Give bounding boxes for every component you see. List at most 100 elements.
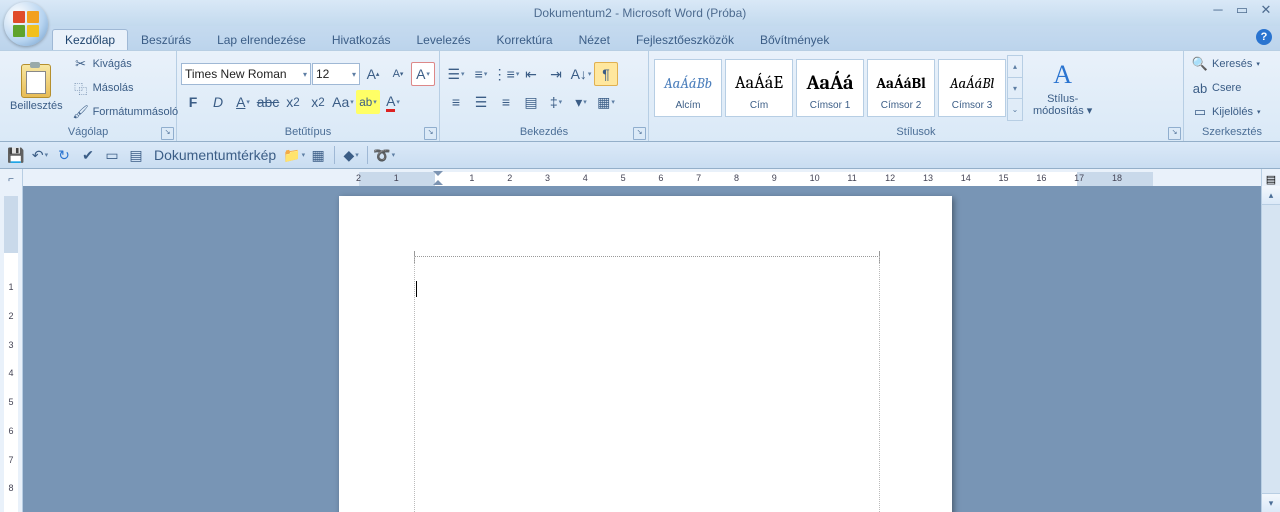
change-styles-icon: A xyxy=(1047,59,1079,91)
spellcheck-button[interactable]: ✔ xyxy=(78,145,98,165)
style-item-1[interactable]: AaÁáECím xyxy=(725,59,793,117)
clear-formatting-button[interactable]: A xyxy=(411,62,435,86)
text-cursor xyxy=(416,281,417,297)
ribbon-tabs: Kezdőlap Beszúrás Lap elrendezése Hivatk… xyxy=(0,26,1280,50)
margin-guide xyxy=(414,256,880,287)
sort-button[interactable]: A↓ xyxy=(569,62,593,86)
borders-button[interactable]: ▦ xyxy=(594,90,618,114)
paragraph-launcher[interactable]: ↘ xyxy=(633,127,646,140)
close-button[interactable]: ✕ xyxy=(1254,2,1278,18)
gallery-more-button[interactable]: ⌄ xyxy=(1008,99,1022,120)
numbering-button[interactable]: ≡ xyxy=(469,62,493,86)
subscript-button[interactable]: x2 xyxy=(281,90,305,114)
new-doc-button[interactable]: ▭ xyxy=(102,145,122,165)
cut-button[interactable]: ✂Kivágás xyxy=(69,53,183,75)
replace-icon: ab xyxy=(1192,80,1208,96)
brush-icon: 🖌 xyxy=(73,104,89,120)
indent-marker[interactable] xyxy=(433,171,443,185)
style-gallery: AaÁáBbAlcímAaÁáECímAaÁáCímsor 1AaÁáBlCím… xyxy=(653,53,1007,123)
redo-button[interactable]: ↻ xyxy=(54,145,74,165)
font-name-combo[interactable]: Times New Roman▾ xyxy=(181,63,311,85)
open-folder-button[interactable]: 📁 xyxy=(284,145,304,165)
select-button[interactable]: ▭Kijelölés ▾ xyxy=(1188,101,1264,123)
help-button[interactable]: ? xyxy=(1256,29,1272,45)
group-label-font: Betűtípus xyxy=(285,126,331,138)
minimize-button[interactable]: ─ xyxy=(1206,2,1230,18)
clipboard-icon xyxy=(21,64,51,98)
ribbon: Beillesztés ✂Kivágás ⿻Másolás 🖌Formátumm… xyxy=(0,50,1280,142)
align-left-button[interactable]: ≡ xyxy=(444,90,468,114)
workspace: 12345678 ▴ ▾ xyxy=(0,186,1280,512)
page[interactable] xyxy=(339,196,952,512)
find-button[interactable]: 🔍Keresés ▾ xyxy=(1188,53,1264,75)
document-canvas[interactable] xyxy=(23,186,1261,512)
show-marks-button[interactable]: ¶ xyxy=(594,62,618,86)
group-label-paragraph: Bekezdés xyxy=(520,126,568,138)
line-spacing-button[interactable]: ‡ xyxy=(544,90,568,114)
bullets-button[interactable]: ☰ xyxy=(444,62,468,86)
change-case-button[interactable]: Aa xyxy=(331,90,355,114)
format-painter-button[interactable]: 🖌Formátummásoló xyxy=(69,101,183,123)
group-label-clipboard: Vágólap xyxy=(68,126,108,138)
shrink-font-button[interactable]: A▾ xyxy=(386,62,410,86)
clipboard-launcher[interactable]: ↘ xyxy=(161,127,174,140)
tab-developer[interactable]: Fejlesztőeszközök xyxy=(623,29,747,50)
title-bar: Dokumentum2 - Microsoft Word (Próba) ─ ▭… xyxy=(0,0,1280,26)
increase-indent-button[interactable]: ⇥ xyxy=(544,62,568,86)
select-icon: ▭ xyxy=(1192,104,1208,120)
document-map-button[interactable]: Dokumentumtérkép xyxy=(150,145,280,165)
tab-review[interactable]: Korrektúra xyxy=(484,29,566,50)
scissors-icon: ✂ xyxy=(73,56,89,72)
align-center-button[interactable]: ☰ xyxy=(469,90,493,114)
tab-page-layout[interactable]: Lap elrendezése xyxy=(204,29,319,50)
tab-mailings[interactable]: Levelezés xyxy=(404,29,484,50)
font-color-button[interactable]: A xyxy=(381,90,405,114)
bold-button[interactable]: F xyxy=(181,90,205,114)
style-item-4[interactable]: AaÁáBlCímsor 3 xyxy=(938,59,1006,117)
decrease-indent-button[interactable]: ⇤ xyxy=(519,62,543,86)
style-item-2[interactable]: AaÁáCímsor 1 xyxy=(796,59,864,117)
tab-references[interactable]: Hivatkozás xyxy=(319,29,404,50)
gallery-down-button[interactable]: ▾ xyxy=(1008,78,1022,100)
print-layout-button[interactable]: ▤ xyxy=(126,145,146,165)
change-styles-button[interactable]: A Stílus- módosítás ▾ xyxy=(1027,53,1098,123)
strikethrough-button[interactable]: abc xyxy=(256,90,280,114)
grow-font-button[interactable]: A▴ xyxy=(361,62,385,86)
office-button[interactable] xyxy=(4,2,48,46)
scroll-up-button[interactable]: ▴ xyxy=(1262,186,1280,205)
styles-launcher[interactable]: ↘ xyxy=(1168,127,1181,140)
save-button[interactable]: 💾 xyxy=(6,145,26,165)
vertical-ruler[interactable]: 12345678 xyxy=(0,186,23,512)
grid-button[interactable]: ▦ xyxy=(308,145,328,165)
tab-addins[interactable]: Bővítmények xyxy=(747,29,842,50)
paste-button[interactable]: Beillesztés xyxy=(4,53,69,123)
vertical-scrollbar[interactable]: ▴ ▾ xyxy=(1261,186,1280,512)
tab-home[interactable]: Kezdőlap xyxy=(52,29,128,50)
binoculars-icon: 🔍 xyxy=(1192,56,1208,72)
scroll-down-button[interactable]: ▾ xyxy=(1262,493,1280,512)
tab-insert[interactable]: Beszúrás xyxy=(128,29,204,50)
maximize-button[interactable]: ▭ xyxy=(1230,2,1254,18)
justify-button[interactable]: ▤ xyxy=(519,90,543,114)
font-launcher[interactable]: ↘ xyxy=(424,127,437,140)
shading-button[interactable]: ▾ xyxy=(569,90,593,114)
superscript-button[interactable]: x2 xyxy=(306,90,330,114)
tab-view[interactable]: Nézet xyxy=(566,29,623,50)
italic-button[interactable]: D xyxy=(206,90,230,114)
replace-button[interactable]: abCsere xyxy=(1188,77,1264,99)
office-logo-icon xyxy=(13,11,39,37)
gallery-up-button[interactable]: ▴ xyxy=(1008,56,1022,78)
style-item-3[interactable]: AaÁáBlCímsor 2 xyxy=(867,59,935,117)
fill-color-button[interactable]: ◆ xyxy=(341,145,361,165)
style-item-0[interactable]: AaÁáBbAlcím xyxy=(654,59,722,117)
font-size-combo[interactable]: 12▾ xyxy=(312,63,360,85)
ink-button[interactable]: ➰ xyxy=(374,145,394,165)
style-gallery-scroller: ▴ ▾ ⌄ xyxy=(1007,55,1023,121)
multilevel-button[interactable]: ⋮≡ xyxy=(494,62,518,86)
copy-button[interactable]: ⿻Másolás xyxy=(69,77,183,99)
undo-button[interactable]: ↶ xyxy=(30,145,50,165)
group-label-styles: Stílusok xyxy=(896,126,935,138)
highlight-button[interactable]: ab xyxy=(356,90,380,114)
underline-button[interactable]: A xyxy=(231,90,255,114)
align-right-button[interactable]: ≡ xyxy=(494,90,518,114)
